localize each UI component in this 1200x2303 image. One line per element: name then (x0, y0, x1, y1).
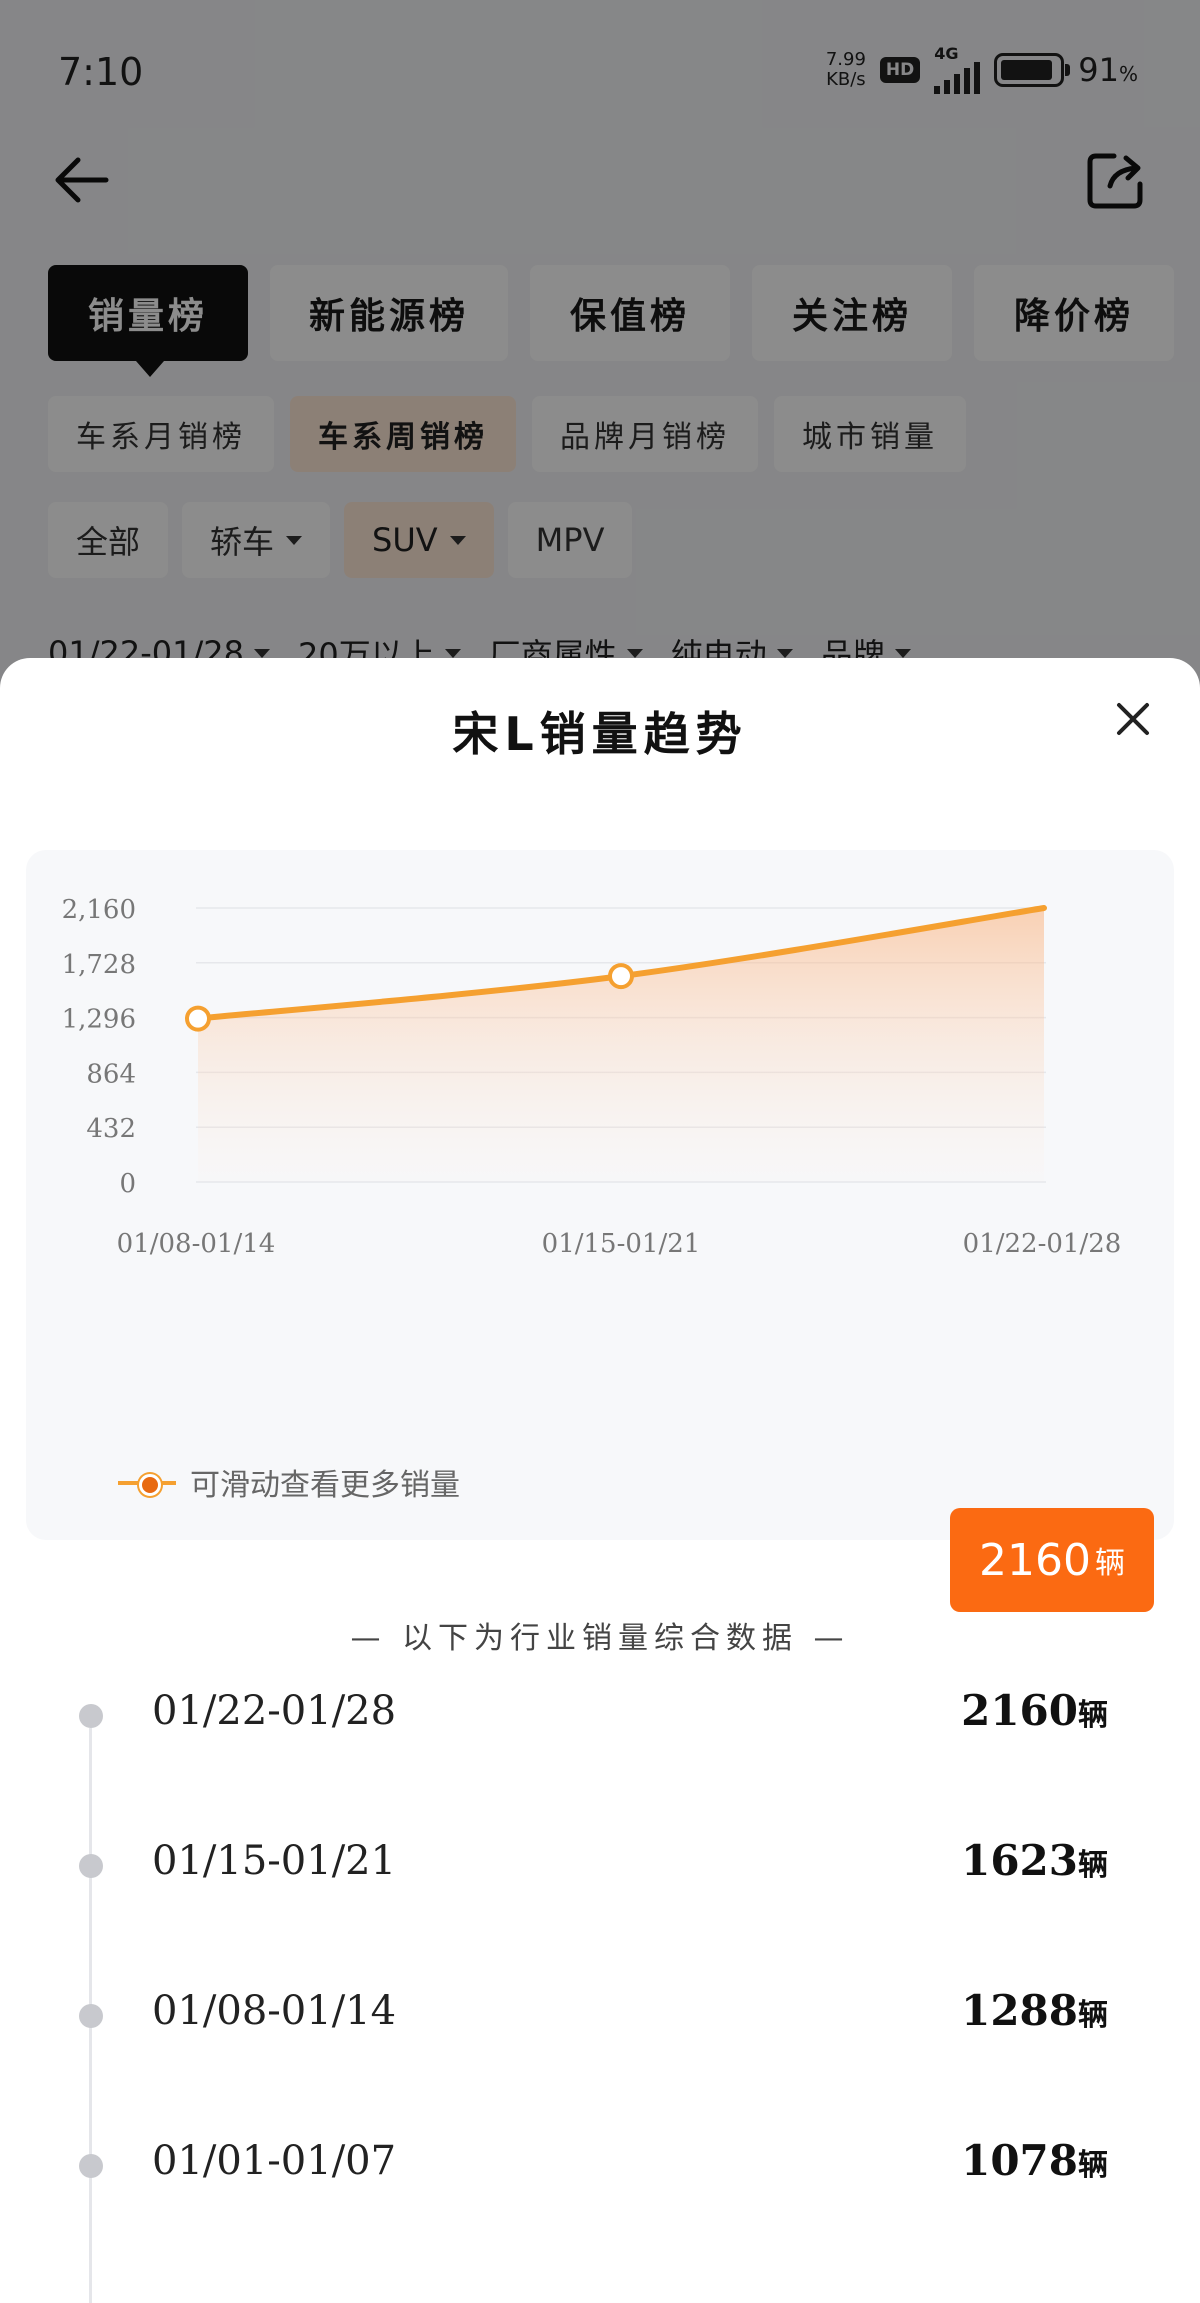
chart-legend: 可滑动查看更多销量 (118, 1460, 460, 1504)
section-divider: — 以下为行业销量综合数据 — (350, 1621, 850, 1656)
timeline-dot (79, 2004, 103, 2028)
timeline-date: 01/08-01/14 (152, 1988, 397, 2034)
y-tick-label: 864 (86, 1059, 136, 1089)
sales-trend-chart[interactable]: 0 432 864 1,296 1,728 2,160 01/08-01/14 01/15-0… (26, 850, 1174, 1540)
line-marker-icon (118, 1472, 176, 1496)
data-point (608, 963, 634, 990)
timeline-item: 01/22-01/28 2160辆 (0, 1678, 1200, 1778)
y-tick-label: 2,160 (62, 895, 136, 925)
timeline-date: 01/15-01/21 (152, 1838, 397, 1884)
sheet-title: 宋L销量趋势 (452, 707, 748, 761)
timeline-item: 01/15-01/21 1623辆 (0, 1828, 1200, 1928)
chart-card[interactable]: 0 432 864 1,296 1,728 2,160 01/08-01/14 01/15-0… (26, 850, 1174, 1540)
sales-trend-sheet: 宋L销量趋势 0 432 864 1,296 1,728 2,160 01/08-01/14… (0, 658, 1200, 2303)
timeline-date: 01/01-01/07 (152, 2138, 397, 2184)
series-area (198, 908, 1044, 1182)
timeline-value: 1623辆 (961, 1836, 1108, 1885)
timeline-value: 1078辆 (961, 2136, 1108, 2185)
legend-label: 可滑动查看更多销量 (190, 1468, 460, 1503)
y-tick-label: 1,728 (62, 950, 136, 980)
close-icon[interactable] (1116, 702, 1150, 736)
y-tick-label: 0 (119, 1169, 136, 1199)
chart-tooltip: 2160 辆 (950, 1508, 1154, 1612)
x-tick-label: 01/15-01/21 (542, 1229, 701, 1259)
timeline-value: 2160辆 (961, 1686, 1108, 1735)
timeline-dot (79, 1704, 103, 1728)
x-tick-label: 01/08-01/14 (117, 1229, 276, 1259)
timeline-value: 1288辆 (961, 1986, 1108, 2035)
data-point (185, 1005, 211, 1032)
timeline-dot (79, 2154, 103, 2178)
y-tick-label: 1,296 (62, 1005, 136, 1035)
timeline-dot (79, 1854, 103, 1878)
timeline-item: 01/08-01/14 1288辆 (0, 1978, 1200, 2078)
timeline-date: 01/22-01/28 (152, 1688, 397, 1734)
timeline-item: 01/01-01/07 1078辆 (0, 2128, 1200, 2228)
y-tick-label: 432 (86, 1114, 136, 1144)
x-tick-label: 01/22-01/28 (963, 1229, 1122, 1259)
